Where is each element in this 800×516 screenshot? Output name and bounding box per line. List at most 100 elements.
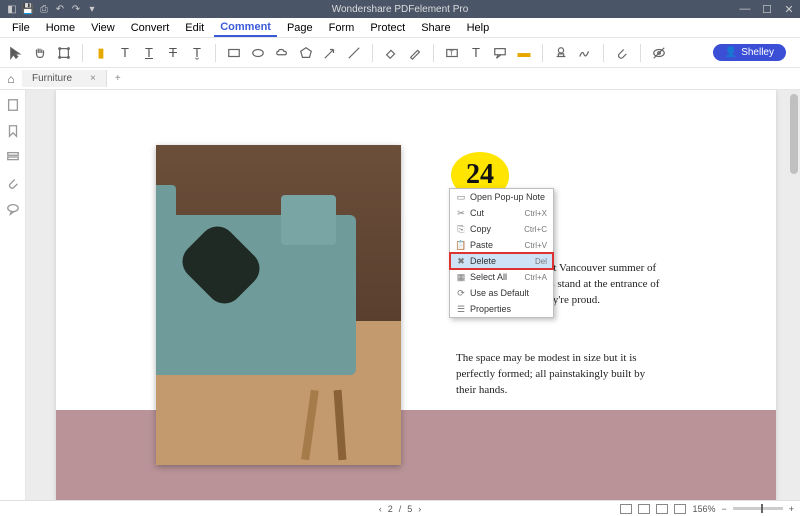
undo-icon[interactable]: ↶ <box>54 3 66 15</box>
default-icon: ⟳ <box>454 288 468 299</box>
maximize-button[interactable]: ☐ <box>760 3 774 16</box>
home-tab-icon[interactable]: ⌂ <box>0 72 22 86</box>
attachments-panel-icon[interactable] <box>6 176 20 190</box>
hide-annotations-icon[interactable] <box>649 43 669 63</box>
thumbnails-panel-icon[interactable] <box>6 98 20 112</box>
menu-convert[interactable]: Convert <box>125 20 176 36</box>
view-mode-single-icon[interactable] <box>620 504 632 514</box>
ctx-use-as-default[interactable]: ⟳ Use as Default <box>450 285 553 301</box>
total-pages: 5 <box>407 504 412 514</box>
menu-page[interactable]: Page <box>281 20 319 36</box>
document-tab-bar: ⌂ Furniture × + <box>0 68 800 90</box>
ctx-paste[interactable]: 📋 Paste Ctrl+V <box>450 237 553 253</box>
ctx-open-popup-note[interactable]: ▭ Open Pop-up Note <box>450 189 553 205</box>
note-number: 24 <box>466 159 494 191</box>
menu-edit[interactable]: Edit <box>179 20 210 36</box>
cloud-shape-icon[interactable] <box>272 43 292 63</box>
hand-tool-icon[interactable] <box>30 43 50 63</box>
add-tab-button[interactable]: + <box>107 73 129 84</box>
user-icon: 👤 <box>725 47 737 58</box>
callout-icon[interactable] <box>490 43 510 63</box>
page-image-sofa <box>156 145 401 465</box>
underline-icon[interactable]: T <box>139 43 159 63</box>
menu-protect[interactable]: Protect <box>364 20 411 36</box>
minimize-button[interactable]: — <box>738 3 752 16</box>
oval-shape-icon[interactable] <box>248 43 268 63</box>
signature-icon[interactable] <box>575 43 595 63</box>
menu-file[interactable]: File <box>6 20 36 36</box>
user-name: Shelley <box>741 47 774 58</box>
qat-dropdown-icon[interactable]: ▾ <box>86 3 98 15</box>
view-mode-facing-continuous-icon[interactable] <box>674 504 686 514</box>
polygon-shape-icon[interactable] <box>296 43 316 63</box>
cut-icon: ✂ <box>454 208 468 219</box>
view-mode-continuous-icon[interactable] <box>638 504 650 514</box>
zoom-in-button[interactable]: + <box>789 504 794 514</box>
status-bar: ‹ 2 /5 › 156% − + <box>0 500 800 516</box>
next-page-button[interactable]: › <box>418 504 421 514</box>
select-tool-icon[interactable] <box>6 43 26 63</box>
user-button[interactable]: 👤 Shelley <box>713 44 786 61</box>
page-navigator: ‹ 2 /5 › <box>379 504 422 514</box>
comments-panel-icon[interactable] <box>6 202 20 216</box>
workspace: 24 OUR SINC At the edge of a quaint Vanc… <box>0 90 800 500</box>
menu-comment[interactable]: Comment <box>214 19 277 37</box>
pencil-icon[interactable] <box>405 43 425 63</box>
menu-form[interactable]: Form <box>323 20 361 36</box>
ctx-copy[interactable]: ⎘ Copy Ctrl+C <box>450 221 553 237</box>
delete-icon: ✖ <box>454 256 468 267</box>
zoom-slider[interactable] <box>733 507 783 510</box>
attachment-icon[interactable] <box>612 43 632 63</box>
eraser-icon[interactable] <box>381 43 401 63</box>
prev-page-button[interactable]: ‹ <box>379 504 382 514</box>
stamp-icon[interactable] <box>551 43 571 63</box>
menu-bar: File Home View Convert Edit Comment Page… <box>0 18 800 38</box>
document-canvas[interactable]: 24 OUR SINC At the edge of a quaint Vanc… <box>26 90 800 500</box>
menu-help[interactable]: Help <box>461 20 496 36</box>
search-panel-icon[interactable] <box>6 150 20 164</box>
bookmarks-panel-icon[interactable] <box>6 124 20 138</box>
view-mode-facing-icon[interactable] <box>656 504 668 514</box>
context-menu: ▭ Open Pop-up Note ✂ Cut Ctrl+X ⎘ Copy C… <box>449 188 554 318</box>
current-page[interactable]: 2 <box>388 504 393 514</box>
typewriter-icon[interactable]: T <box>466 43 486 63</box>
copy-icon: ⎘ <box>454 224 468 235</box>
textbox-icon[interactable]: T <box>442 43 462 63</box>
area-highlight-icon[interactable]: ▬ <box>514 43 534 63</box>
edit-tool-icon[interactable] <box>54 43 74 63</box>
arrow-shape-icon[interactable] <box>320 43 340 63</box>
page-paragraph-2: The space may be modest in size but it i… <box>456 350 666 398</box>
pdf-page: 24 OUR SINC At the edge of a quaint Vanc… <box>56 90 776 500</box>
app-title: Wondershare PDFelement Pro <box>332 4 469 15</box>
app-icon: ◧ <box>6 3 18 15</box>
comment-toolbar: ▮ T T T T̬ T T ▬ 👤 Shelley <box>0 38 800 68</box>
svg-text:T: T <box>449 50 454 57</box>
redo-icon[interactable]: ↷ <box>70 3 82 15</box>
ctx-properties[interactable]: ☰ Properties <box>450 301 553 317</box>
zoom-out-button[interactable]: − <box>721 504 726 514</box>
close-button[interactable]: ✕ <box>782 3 796 16</box>
line-shape-icon[interactable] <box>344 43 364 63</box>
left-panel <box>0 90 26 500</box>
save-icon[interactable]: 💾 <box>22 3 34 15</box>
menu-view[interactable]: View <box>85 20 121 36</box>
rectangle-shape-icon[interactable] <box>224 43 244 63</box>
menu-share[interactable]: Share <box>415 20 456 36</box>
ctx-cut[interactable]: ✂ Cut Ctrl+X <box>450 205 553 221</box>
vertical-scrollbar[interactable] <box>790 94 798 174</box>
tab-close-icon[interactable]: × <box>90 73 96 84</box>
highlight-icon[interactable]: T <box>115 43 135 63</box>
tab-label: Furniture <box>32 73 72 84</box>
ctx-delete[interactable]: ✖ Delete Del <box>450 253 553 269</box>
print-icon[interactable]: ⎙ <box>38 3 50 15</box>
document-tab[interactable]: Furniture × <box>22 70 107 87</box>
menu-home[interactable]: Home <box>40 20 81 36</box>
sticky-note-icon[interactable]: ▮ <box>91 43 111 63</box>
strikethrough-icon[interactable]: T <box>163 43 183 63</box>
ctx-select-all[interactable]: ▦ Select All Ctrl+A <box>450 269 553 285</box>
properties-icon: ☰ <box>454 304 468 315</box>
select-all-icon: ▦ <box>454 272 468 283</box>
caret-icon[interactable]: T̬ <box>187 43 207 63</box>
note-icon: ▭ <box>454 192 468 203</box>
paste-icon: 📋 <box>454 240 468 251</box>
